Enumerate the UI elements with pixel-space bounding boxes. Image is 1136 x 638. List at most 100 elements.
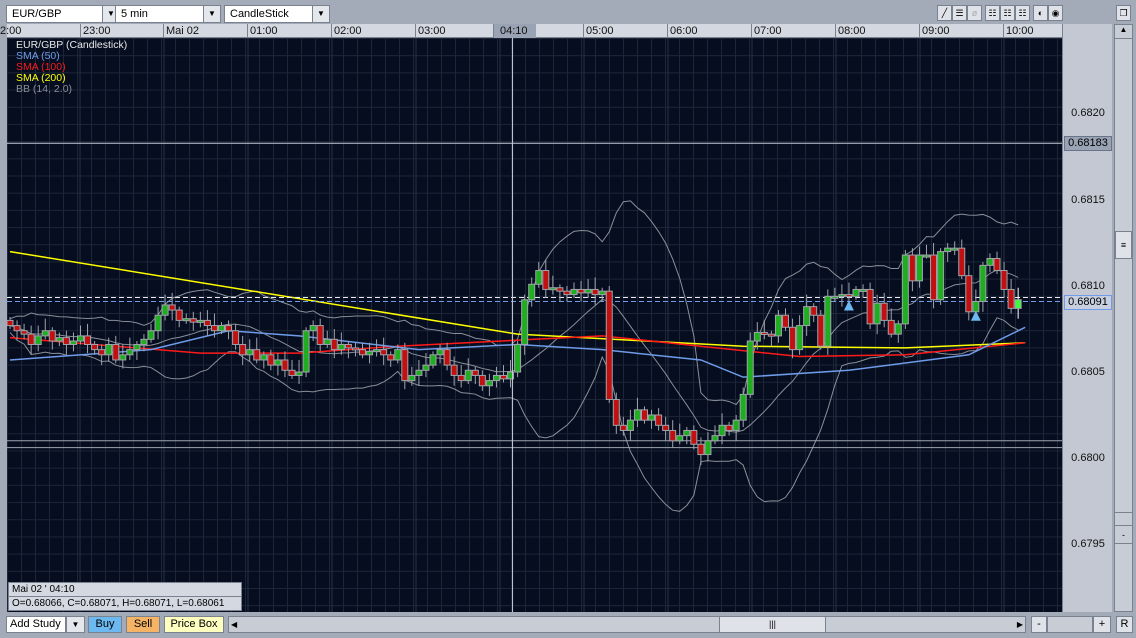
candle-body xyxy=(387,354,395,361)
candle-body xyxy=(98,349,106,356)
candle-body xyxy=(154,314,162,332)
candle-body xyxy=(690,429,698,445)
chevron-down-icon[interactable]: ▼ xyxy=(66,616,85,633)
candle-body xyxy=(725,424,733,431)
candle-body xyxy=(7,319,14,327)
candle-body xyxy=(930,254,938,301)
symbol-select[interactable]: EUR/GBP ▼ xyxy=(6,5,120,23)
scroll-left-icon[interactable]: ◀ xyxy=(231,617,237,632)
chart-type-select[interactable]: CandleStick ▼ xyxy=(224,5,330,23)
candle-body xyxy=(13,325,21,332)
draw-line-icon[interactable]: ╱ xyxy=(937,5,952,21)
candle-body xyxy=(267,354,275,366)
candle-body xyxy=(436,349,444,356)
candle-body xyxy=(408,374,416,382)
candle-body xyxy=(175,309,183,321)
candle-body xyxy=(887,319,895,335)
candle-body xyxy=(697,443,705,456)
buy-button[interactable]: Buy xyxy=(88,616,122,633)
candle-body xyxy=(796,325,804,351)
vertical-scrollbar[interactable]: ▲ ≡ - xyxy=(1114,24,1133,612)
candle-body xyxy=(894,323,902,335)
time-label: 23:00 xyxy=(80,24,111,38)
price-box-button[interactable]: Price Box xyxy=(164,616,224,633)
zoom-in-button[interactable]: + xyxy=(1093,616,1111,633)
horizontal-line-icon[interactable]: ☰ xyxy=(952,5,967,21)
candle-body xyxy=(817,314,825,347)
candle-body xyxy=(951,247,959,251)
chart-area[interactable]: EUR/GBP (Candlestick) SMA (50) SMA (100)… xyxy=(7,38,1062,612)
candle-body xyxy=(126,349,134,356)
candle-body xyxy=(77,335,84,342)
candle-body xyxy=(147,330,155,340)
candle-body xyxy=(542,270,550,290)
candle-body xyxy=(633,409,641,421)
interval-select[interactable]: 5 min ▼ xyxy=(115,5,221,23)
time-label: 06:00 xyxy=(667,24,698,38)
candle-body xyxy=(831,295,839,299)
candle-body xyxy=(500,374,507,380)
candle-body xyxy=(344,343,352,349)
scroll-thumb[interactable]: ≡ xyxy=(1115,231,1132,259)
candle-body xyxy=(41,330,49,337)
candle-body xyxy=(316,325,324,345)
legend-bb: BB (14, 2.0) xyxy=(16,83,73,95)
candle-body xyxy=(655,414,663,426)
candle-body xyxy=(591,288,599,296)
price-label: 0.6820 xyxy=(1071,107,1105,119)
price-label: 0.6815 xyxy=(1071,194,1105,206)
price-label: 0.6810 xyxy=(1071,280,1105,292)
candle-body xyxy=(937,251,945,301)
scroll-thumb[interactable]: ||| xyxy=(719,616,826,633)
scroll-down-icon[interactable]: - xyxy=(1115,530,1132,544)
theme-light-icon[interactable]: ◐ xyxy=(1033,5,1048,21)
resistance-price-marker: 0.68183 xyxy=(1064,136,1112,151)
info-ohlc: O=0.68066, C=0.68071, H=0.68071, L=0.680… xyxy=(12,598,225,609)
reset-button[interactable]: R xyxy=(1116,616,1133,633)
candle-body xyxy=(218,325,225,332)
candle-body xyxy=(302,330,310,373)
candle-body xyxy=(1000,270,1008,290)
candle-body xyxy=(972,300,980,313)
candle-body xyxy=(570,288,578,296)
candle-body xyxy=(1014,299,1022,309)
scroll-up-icon[interactable]: ▲ xyxy=(1115,25,1132,39)
grid-1-icon[interactable]: ☷ xyxy=(985,5,1000,21)
candle-body xyxy=(422,364,430,371)
candle-body xyxy=(415,369,423,376)
scroll-right-icon[interactable]: ▶ xyxy=(1017,617,1023,632)
candle-body xyxy=(492,374,500,382)
zoom-out-button[interactable]: - xyxy=(1031,616,1047,633)
grid-2-icon[interactable]: ☷ xyxy=(1000,5,1015,21)
price-label: 0.6795 xyxy=(1071,538,1105,550)
candle-body xyxy=(196,319,204,323)
candle-body xyxy=(84,335,92,345)
theme-dark-icon[interactable]: ◉ xyxy=(1048,5,1063,21)
candle-body xyxy=(380,349,388,356)
candle-body xyxy=(1007,288,1015,309)
candle-body xyxy=(351,347,359,351)
detach-window-icon[interactable]: ❐ xyxy=(1116,5,1131,21)
candle-body xyxy=(880,302,888,321)
grid-3-icon[interactable]: ☷ xyxy=(1015,5,1030,21)
horizontal-scrollbar[interactable]: ◀ ||| ▶ xyxy=(228,616,1026,633)
candle-body xyxy=(239,343,247,356)
candle-body xyxy=(464,369,472,382)
candle-body xyxy=(394,349,402,361)
add-study-select[interactable]: Add Study xyxy=(6,616,66,633)
candle-body xyxy=(859,288,867,292)
candle-body xyxy=(584,288,592,294)
candle-body xyxy=(20,330,28,335)
zoom-slider[interactable] xyxy=(1047,616,1093,633)
time-label: 08:00 xyxy=(835,24,866,38)
crosshair-time-label: 04:10 xyxy=(493,24,536,38)
candle-body xyxy=(140,338,148,345)
candle-body xyxy=(232,330,240,345)
info-time: Mai 02 ' 04:10 xyxy=(9,583,241,597)
scroll-track-segment[interactable] xyxy=(1115,512,1132,526)
delete-icon[interactable]: ø xyxy=(967,5,982,21)
candle-body xyxy=(514,343,522,373)
candle-body xyxy=(563,290,571,296)
sell-button[interactable]: Sell xyxy=(126,616,160,633)
candle-body xyxy=(281,359,289,371)
